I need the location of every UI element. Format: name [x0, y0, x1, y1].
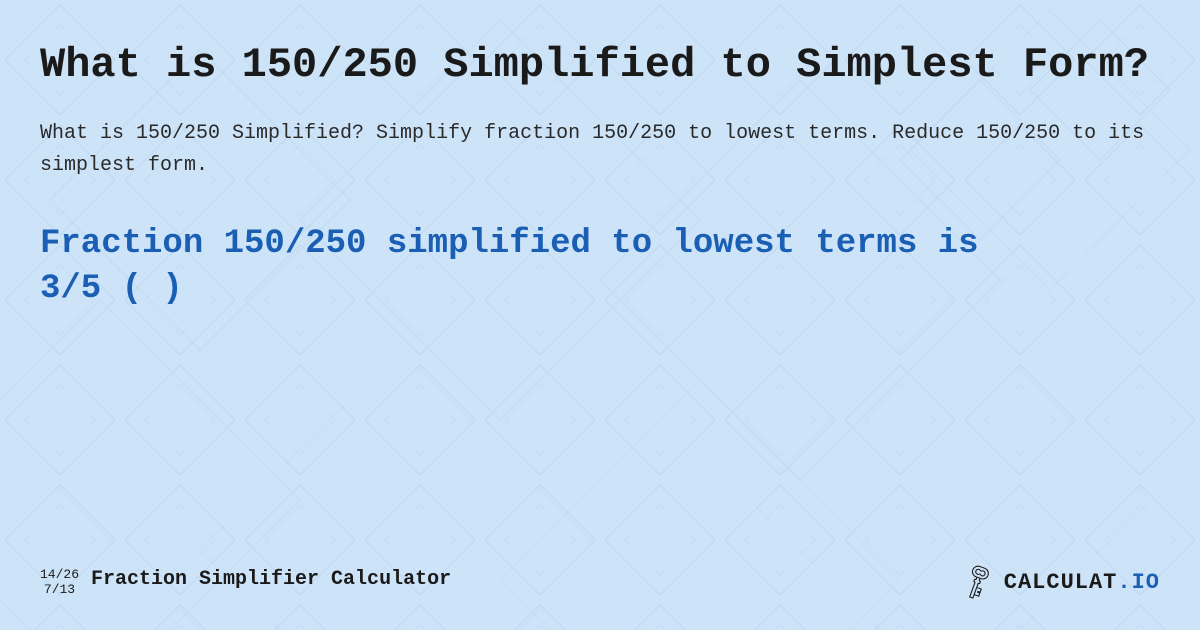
footer-left: 14/26 7/13 Fraction Simplifier Calculato…: [40, 568, 451, 597]
result-line1: Fraction 150/250 simplified to lowest te…: [40, 225, 979, 263]
key-icon: 🗝: [954, 558, 1002, 606]
logo-text: CALCULAT.IO: [1004, 570, 1160, 595]
page-description: What is 150/250 Simplified? Simplify fra…: [40, 118, 1160, 182]
fraction-top: 14/26: [40, 568, 79, 582]
result-line2: 3/5 ( ): [40, 270, 183, 308]
fraction-stack: 14/26 7/13: [40, 568, 79, 597]
page-title: What is 150/250 Simplified to Simplest F…: [40, 40, 1160, 90]
fraction-bottom: 7/13: [44, 583, 75, 597]
footer-brand-label: Fraction Simplifier Calculator: [91, 568, 451, 591]
result-text: Fraction 150/250 simplified to lowest te…: [40, 222, 1160, 310]
footer-logo: 🗝 CALCULAT.IO: [960, 565, 1160, 600]
result-section: Fraction 150/250 simplified to lowest te…: [40, 222, 1160, 555]
footer: 14/26 7/13 Fraction Simplifier Calculato…: [40, 555, 1160, 600]
